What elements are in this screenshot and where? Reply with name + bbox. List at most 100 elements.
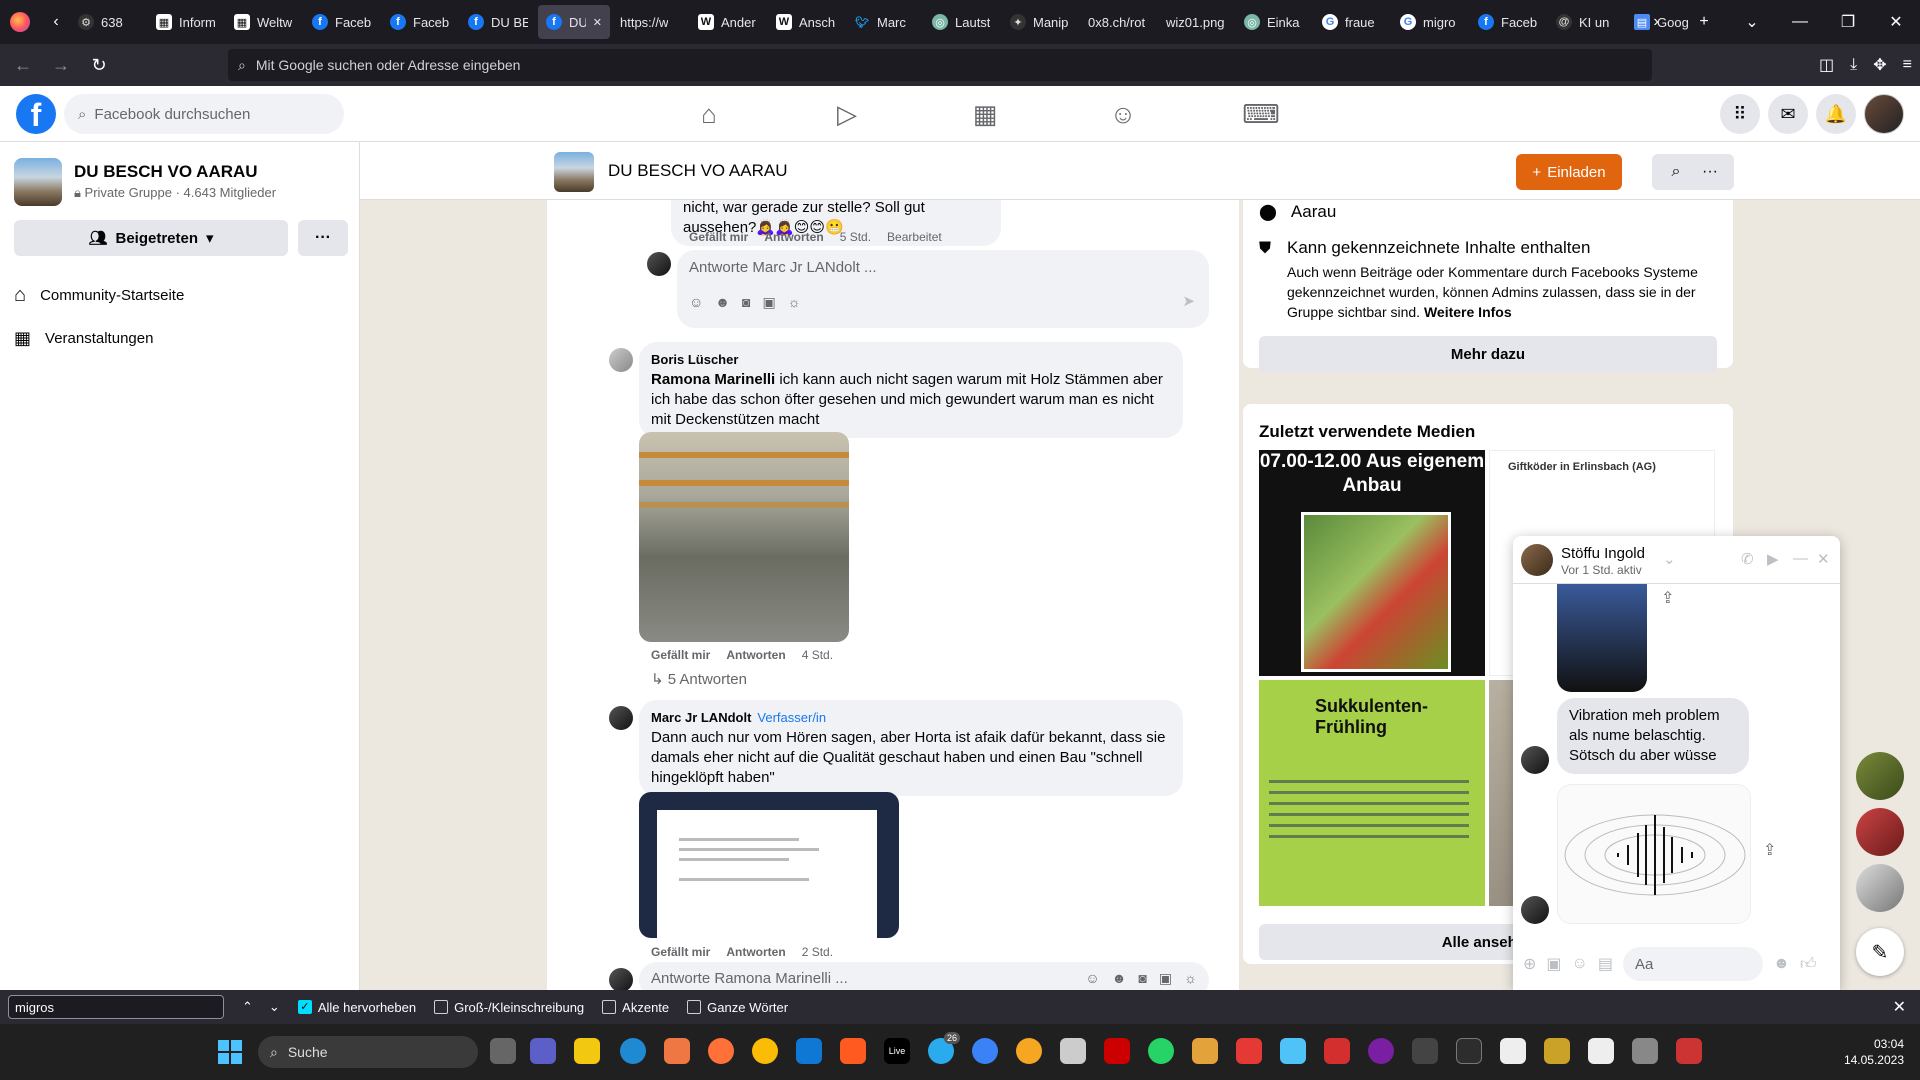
browser-tab[interactable]: W Ansch — [768, 5, 844, 39]
view-replies-link[interactable]: ↳ 5 Antworten — [651, 670, 747, 688]
extensions-icon[interactable]: ✥ — [1873, 55, 1886, 75]
like-link[interactable]: Gefällt mir — [651, 945, 710, 959]
restore-icon[interactable]: ❐ — [1824, 12, 1872, 32]
highlight-all-checkbox[interactable]: ✓ Alle hervorheben — [297, 1000, 416, 1015]
comment-time[interactable]: 2 Std. — [802, 945, 833, 959]
sticker-icon[interactable]: ☺ — [1085, 970, 1099, 987]
like-link[interactable]: Gefällt mir — [651, 648, 710, 662]
minimize-icon[interactable]: — — [1776, 13, 1824, 31]
teams-icon[interactable] — [530, 1038, 556, 1064]
group-title[interactable]: DU BESCH VO AARAU — [608, 161, 788, 181]
home-icon[interactable]: ⌂ — [640, 86, 778, 142]
whole-words-checkbox[interactable]: Ganze Wörter — [687, 1000, 788, 1015]
gif-icon[interactable]: ▣ — [763, 294, 776, 311]
media-tile[interactable]: 07.00-12.00 Aus eigenem Anbau — [1259, 450, 1485, 676]
firefox-logo-icon[interactable] — [10, 12, 30, 32]
find-previous-icon[interactable]: ⌃ — [242, 999, 253, 1015]
new-tab-icon[interactable]: + — [1680, 13, 1728, 31]
avatar-sticker-icon[interactable]: ☼ — [788, 294, 801, 311]
back-icon[interactable]: ← — [8, 55, 38, 76]
emoji-icon[interactable]: ☻ — [715, 294, 730, 311]
whatsapp-icon[interactable] — [1148, 1038, 1174, 1064]
phone-icon[interactable]: ✆ — [1741, 550, 1754, 568]
live-icon[interactable]: Live — [884, 1038, 910, 1064]
sidebar-item-community-home[interactable]: ⌂ Community-Startseite — [14, 284, 184, 307]
sidebar-item-events[interactable]: ▦ Veranstaltungen — [14, 328, 153, 349]
reply-link[interactable]: Antworten — [764, 230, 823, 244]
browser-tab[interactable]: f DU ✕ — [538, 5, 610, 39]
group-name[interactable]: DU BESCH VO AARAU — [74, 162, 258, 182]
add-icon[interactable]: ⊕ — [1523, 954, 1536, 974]
menu-grid-icon[interactable]: ⠿ — [1720, 94, 1760, 134]
app-icon[interactable] — [1280, 1038, 1306, 1064]
find-next-icon[interactable]: ⌄ — [269, 999, 280, 1015]
camera-icon[interactable]: ◙ — [1138, 970, 1146, 987]
list-tabs-icon[interactable]: ⌄ — [1728, 12, 1776, 32]
reply-input[interactable]: Antworte Ramona Marinelli ... ☺ ☻ ◙ ▣ ☼ — [639, 962, 1209, 990]
comment-author[interactable]: Boris Lüscher — [651, 350, 1171, 370]
invite-button[interactable]: + Einladen — [1516, 154, 1622, 190]
comment-time[interactable]: 5 Std. — [840, 230, 871, 244]
match-case-checkbox[interactable]: Groß-/Kleinschreibung — [434, 1000, 584, 1015]
comment-author[interactable]: Marc Jr LANdolt — [651, 710, 751, 725]
match-accents-checkbox[interactable]: Akzente — [602, 1000, 669, 1015]
app-icon[interactable] — [1368, 1038, 1394, 1064]
app-icon[interactable] — [1060, 1038, 1086, 1064]
voicemeeter-icon[interactable] — [1104, 1038, 1130, 1064]
more-info-link[interactable]: Weitere Infos — [1424, 304, 1512, 320]
browser-tab[interactable]: W Ander — [690, 5, 766, 39]
joined-button[interactable]: 👥︎ Beigetreten ▾ — [14, 220, 288, 256]
browser-tab[interactable]: ▦ Inform — [148, 5, 224, 39]
browser-tab[interactable]: ✦ Manip — [1002, 5, 1078, 39]
chat-avatar[interactable] — [1521, 544, 1553, 576]
app-icon[interactable] — [1324, 1038, 1350, 1064]
chevron-down-icon[interactable]: ⌄ — [1663, 550, 1676, 568]
browser-tab[interactable]: 🐦︎ Marc — [846, 5, 922, 39]
app-icon[interactable] — [1192, 1038, 1218, 1064]
reply-input[interactable]: Antworte Marc Jr LANdolt ... ☺ ☻ ◙ ▣ ☼ ➤ — [677, 250, 1209, 328]
app-icon[interactable] — [1236, 1038, 1262, 1064]
browser-tab[interactable]: Gmigro — [1392, 5, 1468, 39]
chat-message-input[interactable]: Aa — [1623, 947, 1763, 981]
reply-link[interactable]: Antworten — [726, 648, 785, 662]
avatar[interactable] — [647, 252, 671, 276]
browser-tab[interactable]: f Faceb — [1470, 5, 1546, 39]
start-icon[interactable] — [218, 1040, 242, 1064]
close-window-icon[interactable]: ✕ — [1872, 12, 1920, 32]
app-icon[interactable] — [1412, 1038, 1438, 1064]
facebook-logo-icon[interactable]: f — [16, 94, 56, 134]
group-thumbnail[interactable] — [14, 158, 62, 206]
gif-icon[interactable]: ▤ — [1598, 954, 1613, 974]
contact-avatar[interactable] — [1856, 864, 1904, 912]
chat-image[interactable] — [1557, 584, 1647, 692]
thumbs-up-icon[interactable]: 👍︎ — [1800, 955, 1817, 974]
browser-tab[interactable]: https://w — [612, 5, 688, 39]
camera-icon[interactable]: ◙ — [742, 294, 750, 311]
contact-avatar[interactable] — [1856, 808, 1904, 856]
reload-icon[interactable]: ↻ — [84, 55, 114, 76]
contact-avatar[interactable] — [1856, 752, 1904, 800]
system-clock[interactable]: 03:04 14.05.2023 — [1844, 1036, 1904, 1068]
notifications-bell-icon[interactable]: 🔔 — [1816, 94, 1856, 134]
app-icon[interactable] — [1676, 1038, 1702, 1064]
browser-tab[interactable]: wiz01.png — [1158, 5, 1234, 39]
new-message-icon[interactable]: ✎ — [1856, 928, 1904, 976]
learn-more-button[interactable]: Mehr dazu — [1259, 336, 1717, 372]
app-icon[interactable] — [796, 1038, 822, 1064]
groups-icon[interactable]: ☺ — [1054, 86, 1192, 142]
account-avatar[interactable] — [1864, 94, 1904, 134]
watch-icon[interactable]: ▷ — [778, 86, 916, 142]
browser-tab[interactable]: Gfraue — [1314, 5, 1390, 39]
gaming-icon[interactable]: ⌨ — [1192, 86, 1330, 142]
firefox-icon[interactable] — [708, 1038, 734, 1064]
gif-icon[interactable]: ▣ — [1159, 970, 1172, 987]
pocket-icon[interactable]: ◫ — [1819, 55, 1834, 75]
browser-tab[interactable]: f Faceb — [382, 5, 458, 39]
browser-tab[interactable]: ▦ Weltw — [226, 5, 302, 39]
more-options-button[interactable]: ··· — [298, 220, 348, 256]
facebook-search-input[interactable]: ⌕ Facebook durchsuchen — [64, 94, 344, 134]
emoji-icon[interactable]: ☻ — [1773, 955, 1790, 973]
mention-link[interactable]: Ramona Marinelli — [651, 371, 775, 388]
share-icon[interactable]: ⇪ — [1763, 840, 1776, 860]
url-bar[interactable]: ⌕ Mit Google suchen oder Adresse eingebe… — [228, 49, 1652, 81]
